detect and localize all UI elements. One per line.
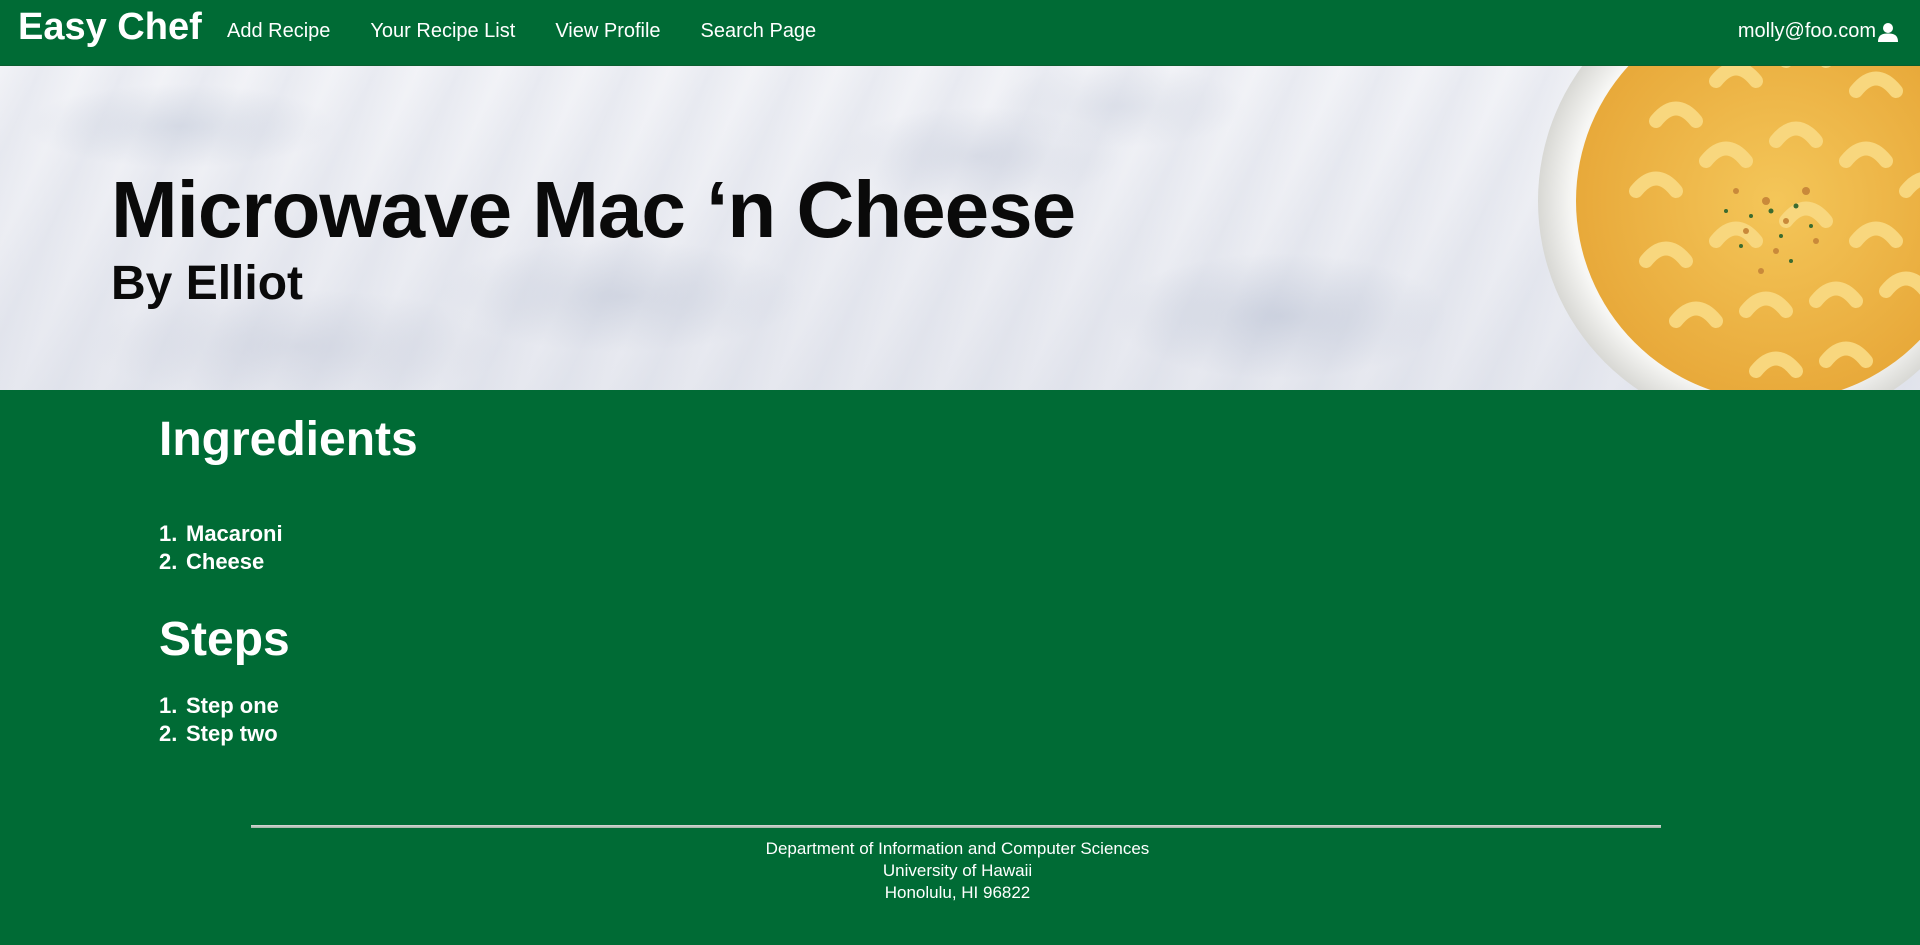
user-icon <box>1878 22 1898 42</box>
step-text: Step one <box>186 693 279 718</box>
mac-and-cheese-image <box>1538 66 1920 390</box>
user-email: molly@foo.com <box>1737 20 1876 42</box>
nav-your-recipe-list[interactable]: Your Recipe List <box>370 20 515 43</box>
list-item: 2. Step two <box>159 720 279 748</box>
page-footer: Department of Information and Computer S… <box>0 838 1915 904</box>
footer-address: Honolulu, HI 96822 <box>884 883 1031 902</box>
recipe-title: Microwave Mac ‘n Cheese <box>111 165 1076 254</box>
recipe-author: By Elliot <box>111 257 304 310</box>
list-item: 1. Step one <box>159 692 279 720</box>
ingredient-text: Cheese <box>186 549 265 574</box>
list-item-number: 1. <box>159 693 178 718</box>
nav-view-profile[interactable]: View Profile <box>555 20 660 43</box>
footer-divider <box>251 825 1661 828</box>
list-item-number: 2. <box>159 549 178 574</box>
step-text: Step two <box>186 721 278 746</box>
list-item-number: 1. <box>159 521 178 546</box>
brand-link[interactable]: Easy Chef <box>18 6 202 49</box>
list-item-number: 2. <box>159 721 178 746</box>
footer-department: Department of Information and Computer S… <box>765 839 1150 858</box>
top-navbar: Easy Chef Add Recipe Your Recipe List Vi… <box>0 0 1920 66</box>
list-item: 1. Macaroni <box>159 520 283 548</box>
user-menu-dropdown[interactable]: molly@foo.com <box>1738 20 1898 43</box>
nav-links: Add Recipe Your Recipe List View Profile… <box>227 20 856 43</box>
list-item: 2. Cheese <box>159 548 283 576</box>
footer-university: University of Hawaii <box>882 861 1033 880</box>
ingredients-heading: Ingredients <box>159 413 418 466</box>
steps-list: 1. Step one 2. Step two <box>159 692 279 748</box>
ingredients-list: 1. Macaroni 2. Cheese <box>159 520 283 576</box>
recipe-hero-banner: Microwave Mac ‘n Cheese By Elliot <box>0 66 1920 390</box>
ingredient-text: Macaroni <box>186 521 283 546</box>
nav-add-recipe[interactable]: Add Recipe <box>227 20 330 43</box>
nav-search-page[interactable]: Search Page <box>701 20 817 43</box>
steps-heading: Steps <box>159 613 290 666</box>
